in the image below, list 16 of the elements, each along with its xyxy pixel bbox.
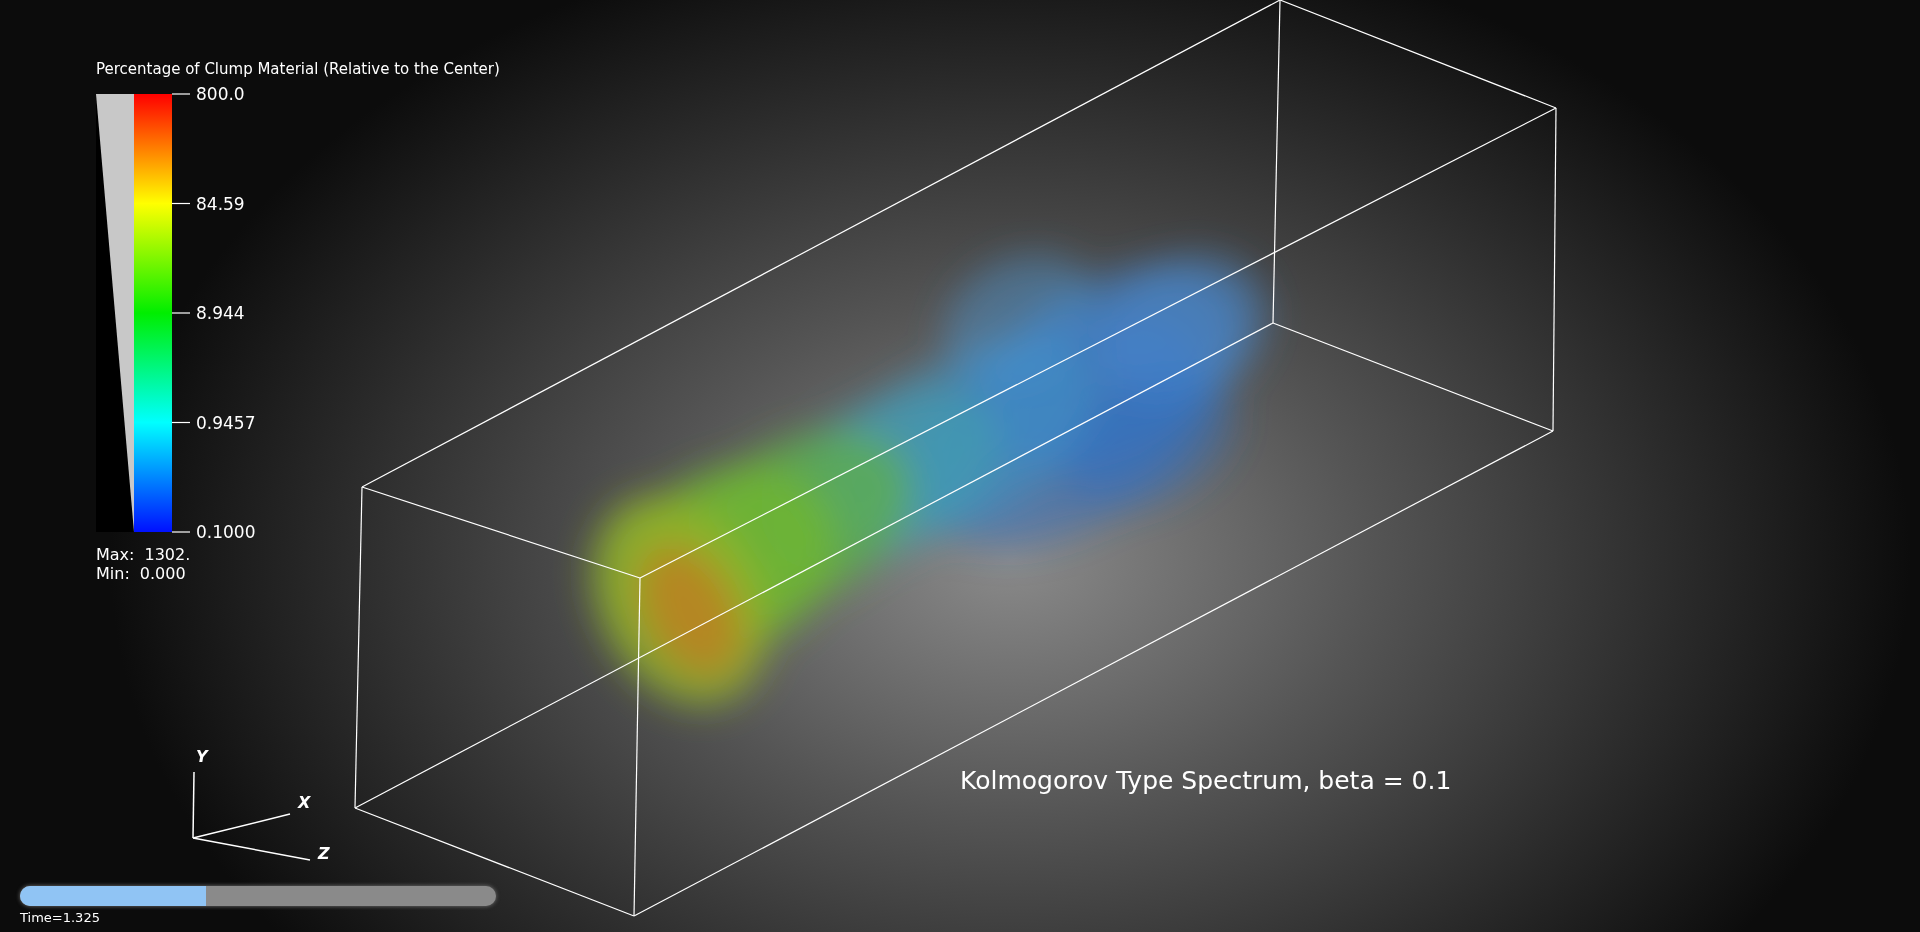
axis-label: Z: [318, 845, 330, 863]
tick-label: 84.59: [196, 192, 245, 215]
tick-label: 800.0: [196, 83, 245, 105]
axis-label: X: [298, 794, 311, 812]
annotation-text: Kolmogorov Type Spectrum, beta = 0.1: [960, 766, 1452, 795]
tick-label: 8.944: [196, 302, 245, 324]
min-label: Min:: [96, 564, 130, 583]
legend-title: Percentage of Clump Material (Relative to the Center): [96, 60, 500, 78]
min-value: 0.000: [139, 564, 186, 583]
time-label: Time=1.325: [20, 910, 100, 925]
max-label: Max:: [96, 545, 135, 564]
time-slider[interactable]: [20, 886, 496, 906]
tick-label: 0.9457: [196, 411, 256, 434]
max-value: 1302.: [144, 545, 191, 564]
axis-label: Y: [196, 748, 208, 766]
tick-label: 0.1000: [196, 521, 256, 543]
